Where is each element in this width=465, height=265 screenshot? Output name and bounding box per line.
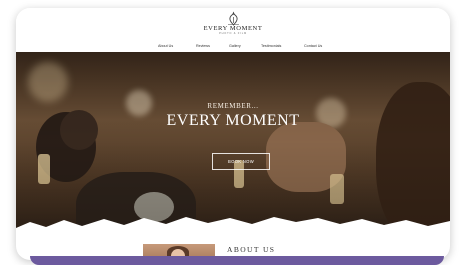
main-nav: About Us Reviews Gallery Testimonials Co… [16, 44, 450, 50]
accent-band [30, 256, 444, 265]
website-preview-window: EVERY MOMENT PHOTO & FILM About Us Revie… [16, 8, 450, 260]
brand-tagline: PHOTO & FILM [219, 32, 247, 35]
site-header: EVERY MOMENT PHOTO & FILM About Us Revie… [16, 8, 450, 52]
nav-testimonials[interactable]: Testimonials [261, 44, 281, 48]
logo-icon [228, 11, 239, 26]
hero-section: REMEMBER... EVERY MOMENT BOOK NOW [16, 52, 450, 232]
nav-reviews[interactable]: Reviews [196, 44, 210, 48]
hero-overlay [16, 52, 450, 232]
torn-paper-divider [16, 217, 450, 246]
hero-eyebrow: REMEMBER... [207, 102, 259, 110]
book-now-button[interactable]: BOOK NOW [212, 153, 270, 170]
nav-about-us[interactable]: About Us [158, 44, 173, 48]
hero-headline: EVERY MOMENT [166, 112, 300, 129]
nav-contact-us[interactable]: Contact Us [304, 44, 322, 48]
brand-name[interactable]: EVERY MOMENT [16, 25, 450, 32]
nav-gallery[interactable]: Gallery [229, 44, 241, 48]
about-heading: ABOUT US [227, 245, 276, 254]
